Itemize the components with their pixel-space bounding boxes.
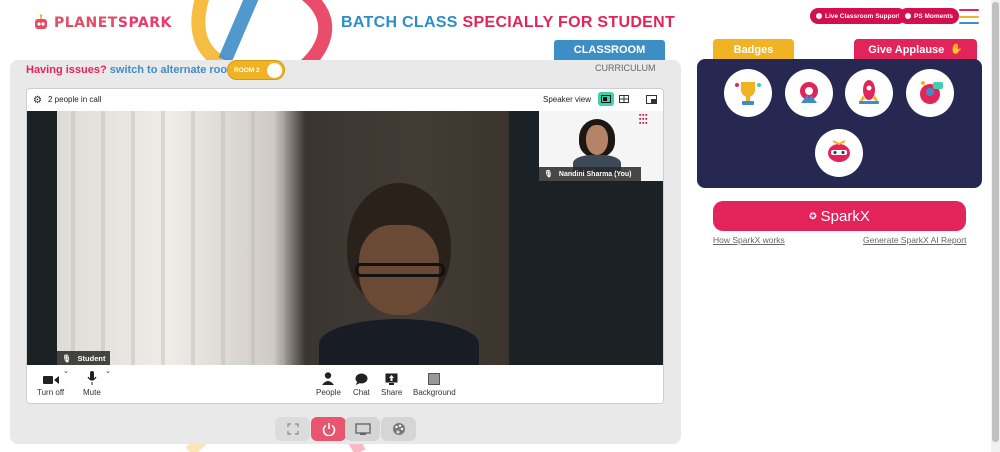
background-icon <box>428 369 441 385</box>
speaker-view-icon[interactable] <box>598 92 614 106</box>
generate-report-link[interactable]: Generate SparkX AI Report <box>863 235 966 245</box>
switch-room-link[interactable]: switch to alternate room <box>110 64 237 76</box>
chevron-down-icon[interactable]: ⌄ <box>105 367 111 375</box>
mic-icon: 🎙 <box>544 171 553 178</box>
screen-icon <box>354 423 371 435</box>
logo-text: PLANETSPARK <box>54 15 172 31</box>
tab-badges[interactable]: Badges <box>713 39 794 60</box>
background-card: ■ ■ ■ ■ ■ ■ ■ ■ ■ <box>639 113 648 125</box>
scrollbar[interactable] <box>991 0 1000 452</box>
background-button[interactable]: Background <box>413 369 456 397</box>
main-video-feed: 🎙 Student <box>57 111 509 369</box>
main-participant-tag: 🎙 Student <box>57 351 111 365</box>
hands-badge-icon[interactable] <box>785 69 833 117</box>
video-stage: 🎙 Student ■ ■ ■ ■ ■ ■ ■ ■ ■ 🎙 Nandini Shar… <box>27 111 663 369</box>
speaker-view-label: Speaker view <box>543 95 592 104</box>
share-icon <box>385 369 398 385</box>
camera-icon <box>42 369 59 385</box>
title-part-1: BATCH CLASS <box>341 14 458 31</box>
people-count: 2 people in call <box>48 95 102 104</box>
call-toolbar: Turn off ⌄ Mute ⌄ People Chat Share Back… <box>27 365 663 403</box>
mic-icon <box>87 369 97 385</box>
sparkx-button[interactable]: ✪ SparkX <box>713 201 966 231</box>
palette-button[interactable] <box>381 417 416 441</box>
badges-panel <box>697 59 982 188</box>
live-classroom-support-button[interactable]: Live Classroom Support <box>810 8 907 24</box>
robot-logo-icon <box>35 14 47 29</box>
hamburger-icon[interactable] <box>959 9 979 24</box>
end-call-button[interactable] <box>311 417 346 441</box>
chevron-down-icon[interactable]: ⌄ <box>63 367 69 375</box>
people-icon <box>322 369 335 385</box>
video-call-box: ⚙ 2 people in call Speaker view 🎙 Studen… <box>26 88 664 404</box>
self-video-feed: ■ ■ ■ ■ ■ ■ ■ ■ ■ 🎙 Nandini Sharma (You) <box>539 111 663 181</box>
speaker-badge-icon[interactable] <box>906 69 954 117</box>
camera-toggle[interactable]: Turn off <box>37 369 64 397</box>
brain-badge-icon[interactable] <box>815 129 863 177</box>
mic-icon: 🎙 <box>62 353 72 363</box>
applause-icon: ✋ <box>950 44 963 55</box>
sparkx-icon: ✪ <box>809 210 817 221</box>
trophy-badge-icon[interactable] <box>724 69 772 117</box>
fullscreen-button[interactable] <box>275 417 310 441</box>
chat-button[interactable]: Chat <box>353 369 370 397</box>
app-root: { "header": { "logo_part1": "PLANET", "l… <box>0 0 1000 452</box>
fullscreen-icon <box>286 423 299 435</box>
screen-button[interactable] <box>345 417 380 441</box>
call-header: ⚙ 2 people in call Speaker view <box>27 89 663 111</box>
gear-icon[interactable]: ⚙ <box>33 95 42 106</box>
scrollbar-thumb[interactable] <box>992 2 999 442</box>
room-toggle[interactable]: ROOM 2 <box>227 60 285 80</box>
palette-icon <box>392 423 405 435</box>
tab-classroom[interactable]: CLASSROOM <box>554 40 665 60</box>
share-button[interactable]: Share <box>381 369 402 397</box>
tab-give-applause[interactable]: Give Applause ✋ <box>854 39 977 60</box>
rocket-badge-icon[interactable] <box>845 69 893 117</box>
pip-toggle-icon[interactable] <box>643 92 659 106</box>
toggle-knob <box>267 63 282 78</box>
how-sparkx-works-link[interactable]: How SparkX works <box>713 235 785 245</box>
moments-icon <box>905 13 911 19</box>
issues-notice: Having issues? switch to alternate room <box>26 64 237 76</box>
page-title: BATCH CLASS SPECIALLY FOR STUDENT <box>341 14 675 32</box>
planetspark-logo: PLANETSPARK <box>32 14 172 32</box>
support-icon <box>816 13 822 19</box>
mute-toggle[interactable]: Mute <box>83 369 101 397</box>
participant-silhouette <box>319 183 479 369</box>
power-icon <box>322 423 335 436</box>
grid-view-icon[interactable] <box>616 92 632 106</box>
people-button[interactable]: People <box>316 369 341 397</box>
chat-icon <box>355 369 368 385</box>
self-participant-tag: 🎙 Nandini Sharma (You) <box>539 167 641 181</box>
tab-curriculum[interactable]: CURRICULUM <box>595 63 656 73</box>
ps-moments-button[interactable]: PS Moments <box>899 8 960 24</box>
title-part-2: SPECIALLY FOR STUDENT <box>462 14 676 31</box>
